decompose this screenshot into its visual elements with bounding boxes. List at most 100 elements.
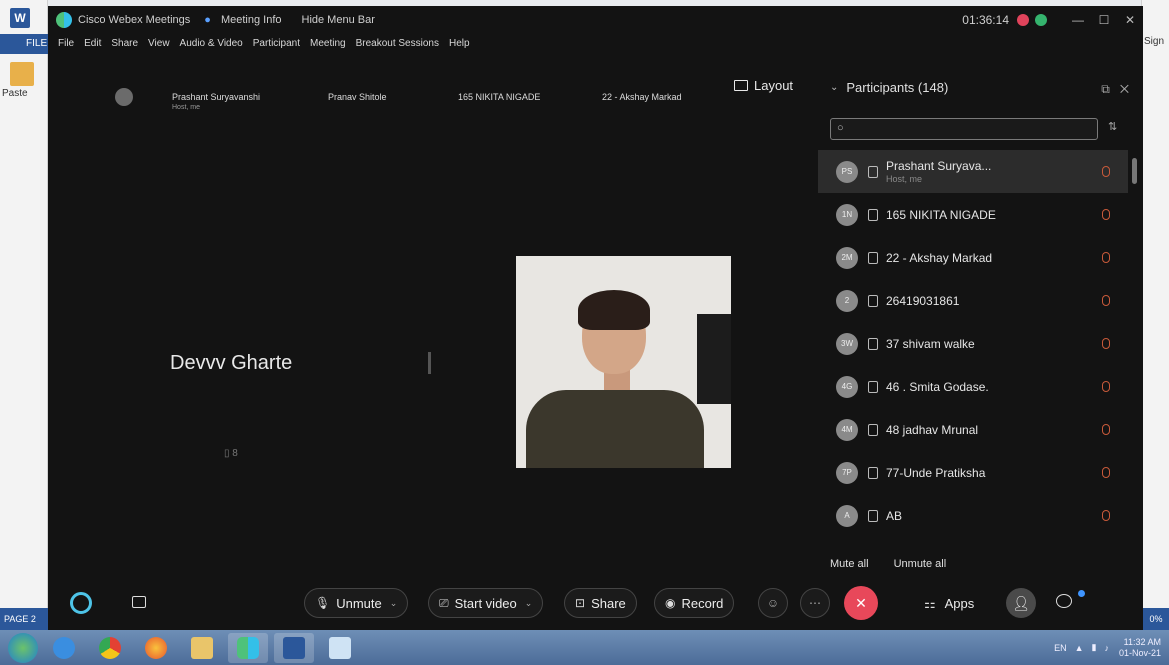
list-item[interactable]: PS Prashant Suryava... Host, me: [818, 150, 1128, 193]
sort-icon[interactable]: ⇅: [1108, 120, 1117, 133]
video-person-hair: [578, 290, 650, 330]
menu-share[interactable]: Share: [111, 38, 138, 49]
taskbar-internet-explorer[interactable]: [44, 633, 84, 663]
record-button[interactable]: ◉ Record: [654, 588, 735, 618]
menu-help[interactable]: Help: [449, 38, 470, 49]
mic-muted-icon[interactable]: [1102, 295, 1110, 306]
menu-file[interactable]: File: [58, 38, 74, 49]
start-video-button[interactable]: ⎚ Start video ⌄: [428, 588, 544, 618]
apps-button[interactable]: ⚏ Apps: [924, 596, 974, 612]
list-item[interactable]: 3W 37 shivam walke: [818, 322, 1128, 365]
list-item[interactable]: 2M 22 - Akshay Markad: [818, 236, 1128, 279]
taskbar-file-explorer[interactable]: [182, 633, 222, 663]
list-item[interactable]: 7P 77-Unde Pratiksha: [818, 451, 1128, 494]
mic-muted-icon[interactable]: [1102, 424, 1110, 435]
menu-audio-video[interactable]: Audio & Video: [180, 38, 243, 49]
avatar: 2: [836, 289, 858, 312]
taskbar-chrome[interactable]: [90, 633, 130, 663]
mic-muted-icon[interactable]: [1102, 209, 1110, 220]
avatar: 3W: [836, 332, 858, 355]
reactions-icon[interactable]: ☺: [758, 588, 788, 618]
list-item[interactable]: 1N 165 NIKITA NIGADE: [818, 193, 1128, 236]
volume-icon[interactable]: ♪: [1104, 643, 1109, 653]
language-indicator[interactable]: EN: [1054, 643, 1067, 653]
taskbar-word[interactable]: [274, 632, 314, 663]
layout-label: Layout: [754, 78, 794, 93]
taskbar-clock[interactable]: 11:32 AM 01-Nov-21: [1119, 637, 1161, 659]
minimize-icon[interactable]: —: [1065, 13, 1091, 27]
strip-tile[interactable]: Pranav Shitole: [328, 92, 387, 102]
paste-label: Paste: [2, 88, 28, 99]
strip-tile[interactable]: Prashant Suryavanshi Host, me: [172, 92, 260, 111]
chevron-down-icon[interactable]: ⌄: [390, 598, 398, 609]
unmute-button[interactable]: 🎙︎ Unmute ⌄: [304, 588, 409, 618]
paste-icon[interactable]: [10, 62, 34, 86]
share-button[interactable]: ⊡ Share: [564, 588, 637, 618]
list-item[interactable]: 4G 46 . Smita Godase.: [818, 365, 1128, 408]
hide-menu-bar-button[interactable]: Hide Menu Bar: [302, 14, 375, 26]
ai-assistant-icon[interactable]: [70, 592, 92, 614]
participant-name: 22 - Akshay Markad: [886, 250, 993, 265]
popout-icon[interactable]: ⧉: [1101, 82, 1110, 96]
list-item[interactable]: 2 26419031861: [818, 279, 1128, 322]
meeting-info-button[interactable]: Meeting Info: [221, 14, 282, 26]
maximize-icon[interactable]: ☐: [1091, 13, 1117, 27]
close-icon[interactable]: ✕: [1117, 13, 1143, 27]
unmute-all-button[interactable]: Unmute all: [894, 558, 947, 570]
chat-icon[interactable]: [1056, 594, 1072, 608]
more-options-icon[interactable]: ⋯: [800, 588, 830, 618]
menu-edit[interactable]: Edit: [84, 38, 101, 49]
mute-all-button[interactable]: Mute all: [830, 558, 869, 570]
mic-muted-icon[interactable]: [1102, 381, 1110, 392]
participant-role: Host, me: [886, 174, 923, 184]
mic-muted-icon[interactable]: [1102, 467, 1110, 478]
list-item[interactable]: A AB: [818, 494, 1128, 537]
participant-strip: Prashant Suryavanshi Host, me Pranav Shi…: [48, 80, 818, 116]
layout-button[interactable]: Layout: [734, 78, 793, 93]
taskbar-webex[interactable]: [228, 632, 268, 663]
notification-dot: [1078, 590, 1085, 597]
stage-divider-handle[interactable]: [428, 352, 431, 374]
participant-name: 26419031861: [886, 293, 960, 308]
windows-taskbar: EN ▲ ▮ ♪ 11:32 AM 01-Nov-21: [0, 630, 1169, 665]
mic-muted-icon[interactable]: [1102, 166, 1110, 177]
start-button-icon[interactable]: [8, 632, 38, 663]
window-title: Cisco Webex Meetings: [78, 14, 191, 26]
menu-meeting[interactable]: Meeting: [310, 38, 346, 49]
avatar: PS: [836, 160, 858, 183]
word-file-tab[interactable]: FILE: [0, 34, 48, 54]
end-meeting-button[interactable]: ✕: [844, 586, 878, 620]
chevron-down-icon[interactable]: ⌄: [525, 598, 533, 609]
panel-close-icon[interactable]: ✕: [1120, 82, 1129, 96]
participant-video-tile[interactable]: [516, 256, 731, 468]
mic-muted-icon[interactable]: [1102, 338, 1110, 349]
chevron-down-icon[interactable]: ⌄: [830, 82, 838, 93]
avatar: A: [836, 504, 858, 527]
taskbar-snipping-tool[interactable]: [320, 633, 360, 663]
mic-muted-icon[interactable]: [1102, 510, 1110, 521]
avatar: 4M: [836, 418, 858, 441]
recording-status-icon: [1017, 14, 1029, 26]
meeting-timer: 01:36:14: [962, 13, 1009, 27]
strip-tile[interactable]: 22 - Akshay Markad: [602, 92, 682, 102]
taskbar-firefox[interactable]: [136, 633, 176, 663]
word-app-icon[interactable]: W: [10, 8, 30, 28]
menu-breakout-sessions[interactable]: Breakout Sessions: [356, 38, 439, 49]
list-item[interactable]: 4M 48 jadhav Mrunal: [818, 408, 1128, 451]
participants-icon[interactable]: 👤︎: [1006, 588, 1036, 618]
device-icon: [868, 208, 878, 221]
avatar[interactable]: [115, 88, 133, 106]
participant-search-input[interactable]: ○: [830, 118, 1098, 140]
sign-label[interactable]: Sign: [1144, 36, 1164, 47]
menu-participant[interactable]: Participant: [253, 38, 300, 49]
participants-panel-header[interactable]: ⌄ Participants (148): [830, 80, 948, 95]
captions-icon[interactable]: [132, 596, 146, 608]
ie-icon: [53, 636, 75, 659]
network-icon[interactable]: ▮: [1092, 642, 1097, 653]
participant-list-scrollbar[interactable]: [1132, 158, 1137, 184]
strip-tile[interactable]: 165 NIKITA NIGADE: [458, 92, 540, 102]
mic-muted-icon[interactable]: [1102, 252, 1110, 263]
menu-view[interactable]: View: [148, 38, 170, 49]
tray-arrow-icon[interactable]: ▲: [1075, 643, 1084, 653]
strip-tile-name: Prashant Suryavanshi: [172, 92, 261, 102]
